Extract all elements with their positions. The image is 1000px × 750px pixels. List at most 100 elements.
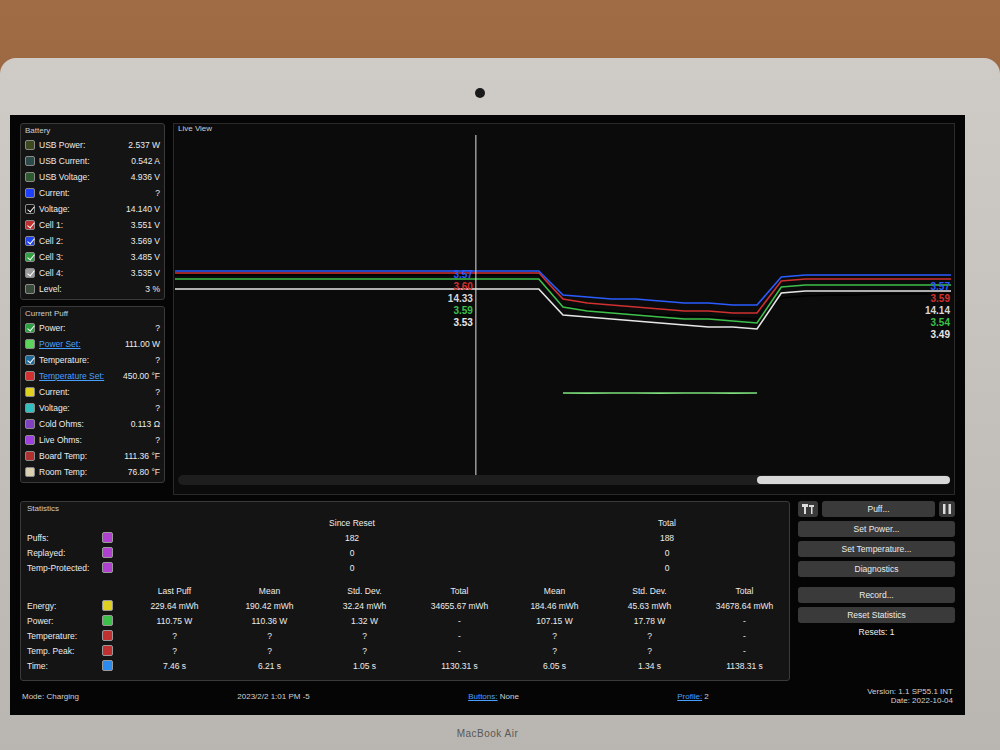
channel-row: Power Set:111.00 W bbox=[25, 336, 160, 352]
spacer bbox=[27, 583, 102, 598]
check-icon bbox=[27, 237, 35, 245]
table-cell: 1.05 s bbox=[317, 658, 412, 673]
channel-label: Cell 4: bbox=[39, 268, 127, 278]
swatch-cell bbox=[102, 560, 127, 575]
series-reading: 3.60 bbox=[453, 281, 472, 293]
channel-checkbox[interactable] bbox=[25, 451, 35, 461]
check-icon bbox=[27, 221, 35, 229]
channel-label: Current: bbox=[39, 188, 151, 198]
channel-checkbox[interactable] bbox=[25, 188, 35, 198]
action-button[interactable]: Set Power... bbox=[798, 521, 955, 537]
cursor-line[interactable] bbox=[475, 135, 476, 475]
count-value: 188 bbox=[577, 530, 757, 545]
swatch-cell bbox=[102, 530, 127, 545]
puff-button[interactable]: Puff... bbox=[822, 501, 935, 517]
pause-icon bbox=[943, 504, 951, 514]
channel-checkbox[interactable] bbox=[25, 419, 35, 429]
table-cell: - bbox=[697, 628, 792, 643]
tools-button[interactable] bbox=[798, 501, 818, 517]
channel-row: Voltage:14.140 V bbox=[25, 201, 160, 217]
app-window: BatteryUSB Power:2.537 WUSB Current:0.54… bbox=[10, 115, 965, 715]
channel-checkbox[interactable] bbox=[25, 204, 35, 214]
camera-icon bbox=[475, 88, 485, 98]
channel-value: 450.00 °F bbox=[123, 371, 160, 381]
channel-checkbox[interactable] bbox=[25, 323, 35, 333]
datetime-label: 2023/2/2 1:01 PM -5 bbox=[237, 692, 310, 701]
channel-checkbox[interactable] bbox=[25, 387, 35, 397]
series-reading: 14.33 bbox=[448, 293, 473, 305]
channel-checkbox[interactable] bbox=[25, 371, 35, 381]
channel-checkbox[interactable] bbox=[25, 268, 35, 278]
table-cell: 34678.64 mWh bbox=[697, 598, 792, 613]
status-bar: Mode: Charging2023/2/2 1:01 PM -5Buttons… bbox=[20, 687, 955, 705]
table-cell: ? bbox=[222, 643, 317, 658]
channel-checkbox[interactable] bbox=[25, 220, 35, 230]
channel-checkbox[interactable] bbox=[25, 435, 35, 445]
channel-checkbox[interactable] bbox=[25, 284, 35, 294]
channel-checkbox[interactable] bbox=[25, 252, 35, 262]
table-cell: 32.24 mWh bbox=[317, 598, 412, 613]
channel-checkbox[interactable] bbox=[25, 339, 35, 349]
channel-checkbox[interactable] bbox=[25, 172, 35, 182]
row-label: Temp. Peak: bbox=[27, 643, 102, 658]
channel-checkbox[interactable] bbox=[25, 156, 35, 166]
channel-label[interactable]: Temperature Set: bbox=[39, 371, 119, 381]
row-label: Replayed: bbox=[27, 545, 102, 560]
table-cell: ? bbox=[317, 643, 412, 658]
channel-value: 0.113 Ω bbox=[131, 419, 160, 429]
action-button[interactable]: Diagnostics bbox=[798, 561, 955, 577]
channel-label[interactable]: Power Set: bbox=[39, 339, 121, 349]
channel-checkbox[interactable] bbox=[25, 140, 35, 150]
series-line bbox=[175, 271, 951, 305]
row-label: Temp-Protected: bbox=[27, 560, 102, 575]
channel-row: Live Ohms:? bbox=[25, 432, 160, 448]
channel-checkbox[interactable] bbox=[25, 467, 35, 477]
table-cell: 1130.31 s bbox=[412, 658, 507, 673]
spacer bbox=[102, 515, 127, 530]
scroll-thumb[interactable] bbox=[757, 476, 950, 484]
action-button[interactable]: Set Temperature... bbox=[798, 541, 955, 557]
row-label: Energy: bbox=[27, 598, 102, 613]
channel-value: 111.36 °F bbox=[124, 451, 160, 461]
channel-checkbox[interactable] bbox=[25, 355, 35, 365]
table-cell: 17.78 W bbox=[602, 613, 697, 628]
series-reading: 3.49 bbox=[931, 329, 950, 341]
action-button[interactable]: Reset Statistics bbox=[798, 607, 955, 623]
chart-scrollbar[interactable] bbox=[178, 475, 950, 485]
pause-button[interactable] bbox=[939, 501, 955, 517]
channel-label: Temperature: bbox=[39, 355, 151, 365]
channel-value: 3.535 V bbox=[131, 268, 160, 278]
column-header: Std. Dev. bbox=[317, 583, 412, 598]
series-reading: 14.14 bbox=[925, 305, 950, 317]
channel-label: Level: bbox=[39, 284, 141, 294]
color-swatch bbox=[102, 532, 113, 543]
tools-icon bbox=[802, 504, 814, 514]
series-reading: 3.53 bbox=[453, 317, 472, 329]
table-cell: - bbox=[697, 613, 792, 628]
channel-checkbox[interactable] bbox=[25, 236, 35, 246]
end-labels: 3.573.5914.143.543.49 bbox=[925, 281, 950, 341]
channel-row: Board Temp: 111.36 °F bbox=[25, 448, 160, 464]
action-button[interactable]: Record... bbox=[798, 587, 955, 603]
table-cell: ? bbox=[317, 628, 412, 643]
channel-checkbox[interactable] bbox=[25, 403, 35, 413]
channel-label: Board Temp: bbox=[39, 451, 120, 461]
table-cell: ? bbox=[602, 643, 697, 658]
profile-label[interactable]: Profile: bbox=[677, 692, 702, 701]
count-value: 182 bbox=[127, 530, 577, 545]
version-info: Version: 1.1 SP55.1 INTDate: 2022-10-04 bbox=[867, 687, 953, 705]
bottom-area: StatisticsSince ResetTotalPuffs:182188Re… bbox=[20, 501, 955, 681]
column-header: Total bbox=[697, 583, 792, 598]
table-cell: - bbox=[697, 643, 792, 658]
panel-title: Current Puff bbox=[25, 309, 160, 320]
series-reading: 3.54 bbox=[931, 317, 950, 329]
buttons-label[interactable]: Buttons: bbox=[468, 692, 497, 701]
check-icon bbox=[27, 205, 35, 213]
swatch-cell bbox=[102, 658, 127, 673]
series-line bbox=[175, 275, 951, 319]
channel-row: Room Temp:76.80 °F bbox=[25, 464, 160, 480]
current-puff-panel: Current PuffPower:?Power Set:111.00 WTem… bbox=[20, 306, 165, 483]
table-cell: 1.34 s bbox=[602, 658, 697, 673]
channel-label: Cold Ohms: bbox=[39, 419, 127, 429]
channel-value: ? bbox=[155, 387, 160, 397]
